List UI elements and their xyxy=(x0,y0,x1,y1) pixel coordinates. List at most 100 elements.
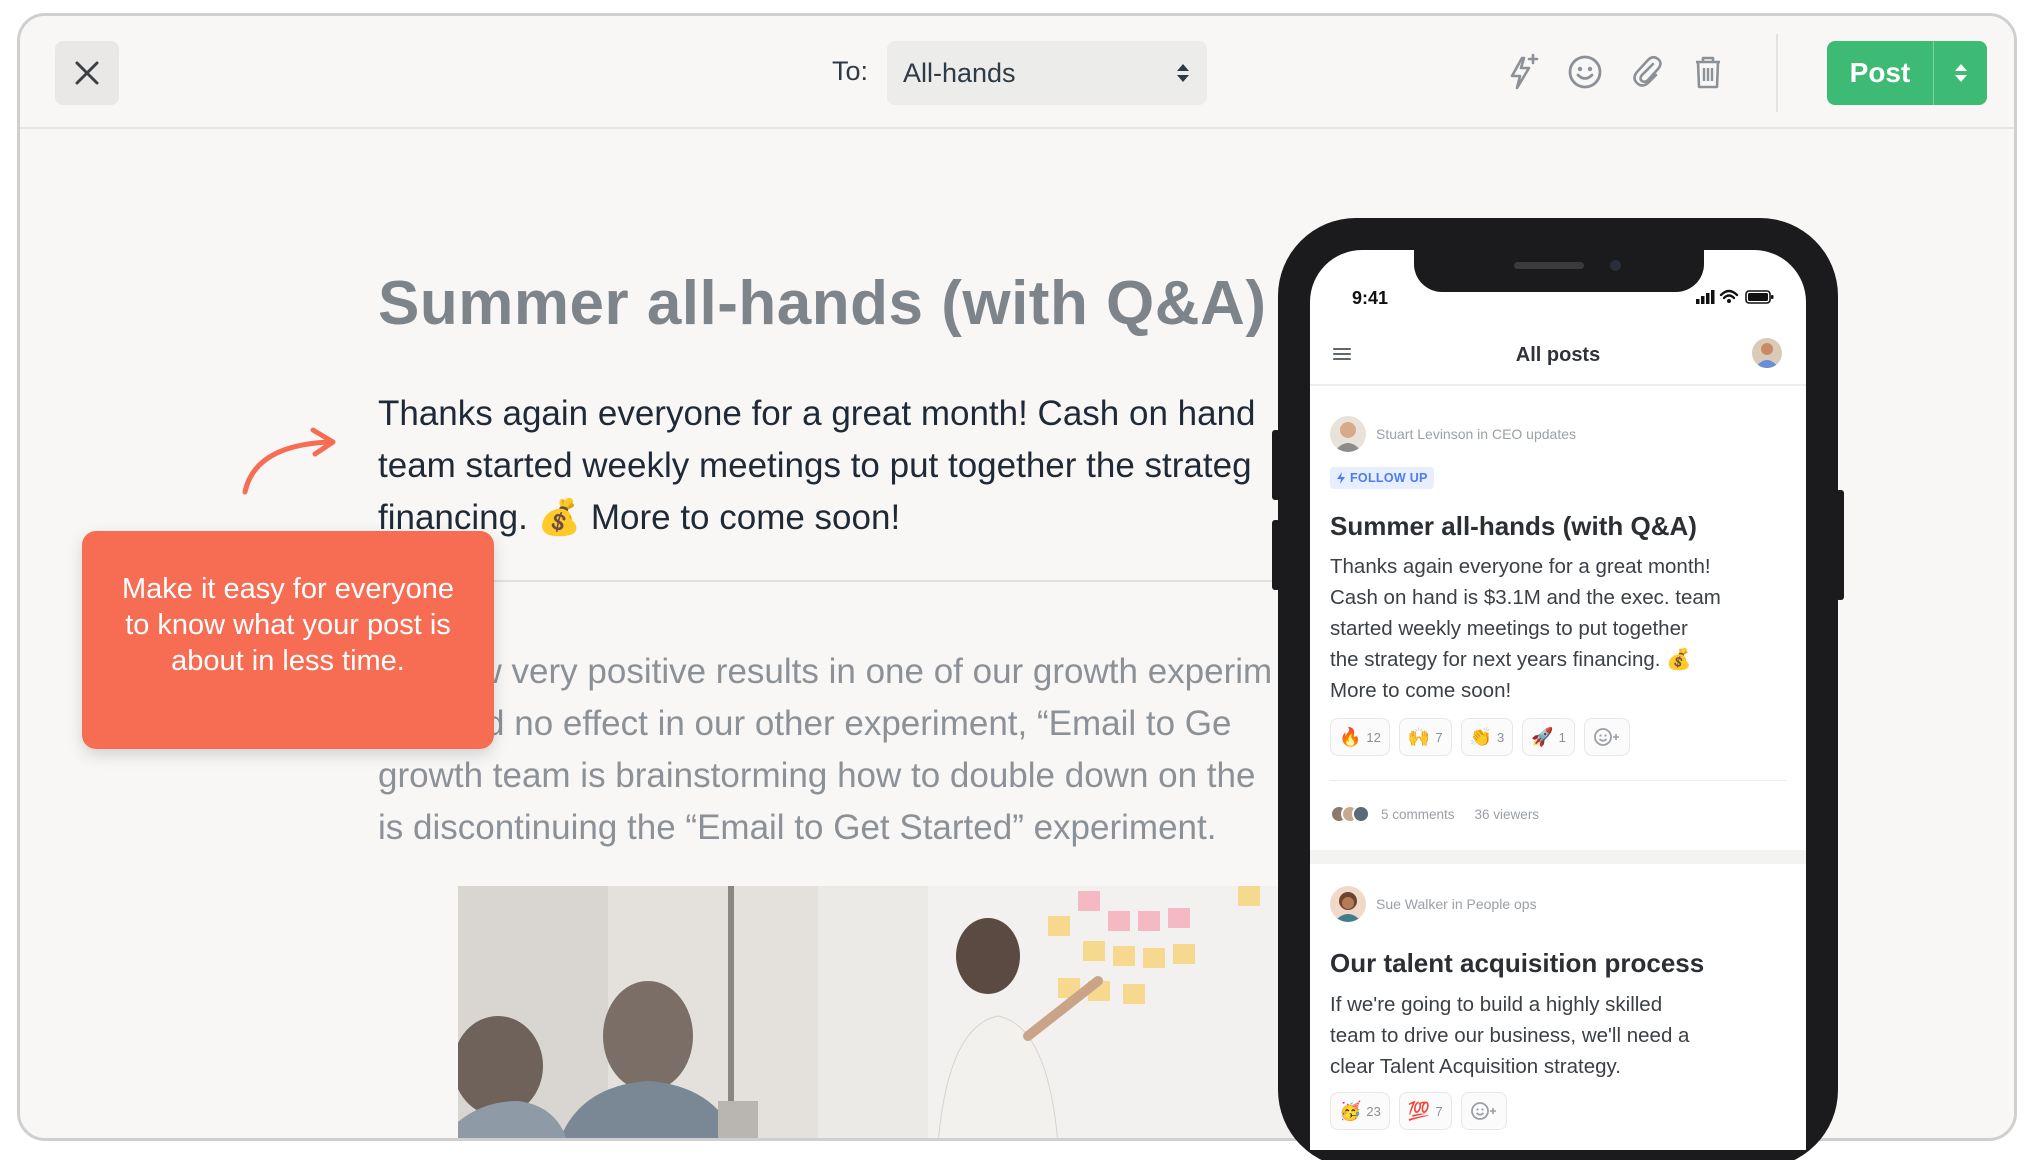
reaction-emoji: 🔥 xyxy=(1339,726,1362,747)
add-reaction-icon xyxy=(1593,728,1619,746)
status-icons xyxy=(1696,289,1774,304)
post-title-field[interactable]: Summer all-hands (with Q&A) xyxy=(378,268,1328,339)
post-author: Sue Walker in People ops xyxy=(1376,896,1537,912)
reaction-raised-hands[interactable]: 🙌 7 xyxy=(1398,718,1452,756)
reaction-emoji: 💯 xyxy=(1407,1100,1431,1121)
post-title: Our talent acquisition process xyxy=(1330,948,1705,978)
post-body-line: growth team is brainstorming how to doub… xyxy=(378,756,1256,795)
profile-avatar[interactable] xyxy=(1752,338,1782,368)
attach-button[interactable] xyxy=(1627,52,1667,92)
post-text-line: the strategy for next years financing. 💰 xyxy=(1330,648,1692,671)
comments-count[interactable]: 5 comments xyxy=(1381,807,1455,822)
post-body-line: Thanks again everyone for a great month!… xyxy=(378,394,1256,433)
add-reaction-icon xyxy=(1470,1102,1496,1120)
reaction-hundred[interactable]: 💯 7 xyxy=(1398,1092,1452,1130)
phone-side-button xyxy=(1272,520,1280,590)
status-time: 9:41 xyxy=(1352,288,1389,308)
post-button-label: Post xyxy=(1849,57,1911,88)
feed-separator xyxy=(1310,850,1806,864)
phone-screen: 9:41 All posts Stuart Levinson in CEO up… xyxy=(1310,250,1806,1150)
reaction-emoji: 🥳 xyxy=(1339,1100,1362,1121)
add-reaction-button[interactable] xyxy=(1583,718,1630,756)
post-meta: 5 comments 36 viewers xyxy=(1330,805,1539,823)
phone-notch xyxy=(1414,250,1704,292)
reaction-count: 7 xyxy=(1435,1103,1443,1119)
to-label: To: xyxy=(832,56,869,86)
post-options-button[interactable] xyxy=(1934,61,1987,85)
post-text-line: Thanks again everyone for a great month! xyxy=(1330,555,1711,578)
post-body-continued[interactable]: We saw very positive results in one of o… xyxy=(378,646,1308,854)
post-text: If we're going to build a highly skilled… xyxy=(1330,989,1790,1082)
toolbar-divider xyxy=(1776,34,1778,112)
post-body-line: and had no effect in our other experimen… xyxy=(378,704,1232,743)
add-reaction-button[interactable] xyxy=(1460,1092,1507,1130)
emoji-button[interactable] xyxy=(1565,52,1605,92)
post-author: Stuart Levinson in CEO updates xyxy=(1376,426,1577,442)
composer-toolbar: To: All-hands Post xyxy=(20,16,2014,129)
reaction-count: 23 xyxy=(1366,1103,1381,1119)
reaction-bar: 🥳 23 💯 7 xyxy=(1330,1092,1507,1130)
post-author-row: Stuart Levinson in CEO updates xyxy=(1330,416,1576,452)
post-text-line: team to drive our business, we'll need a xyxy=(1330,1024,1690,1047)
viewers-count[interactable]: 36 viewers xyxy=(1475,807,1540,822)
author-avatar xyxy=(1330,416,1366,452)
post-options-arrows-icon xyxy=(1954,64,1967,82)
trash-icon xyxy=(1696,56,1720,89)
close-icon xyxy=(75,61,99,85)
author-avatar-image xyxy=(1330,886,1366,922)
front-camera xyxy=(1610,260,1621,271)
post-author-row: Sue Walker in People ops xyxy=(1330,886,1537,922)
viewer-avatar xyxy=(1352,805,1370,823)
lightning-icon xyxy=(1337,472,1345,484)
post-button[interactable]: Post xyxy=(1827,41,1987,105)
author-avatar-image xyxy=(1330,416,1366,452)
post-image xyxy=(458,886,1328,1138)
office-meeting-photo xyxy=(458,886,1328,1138)
post-title: Summer all-hands (with Q&A) xyxy=(1330,511,1697,541)
feature-callout: Make it easy for everyone to know what y… xyxy=(82,531,494,749)
battery-icon xyxy=(1745,290,1774,304)
reaction-count: 1 xyxy=(1558,729,1566,745)
post-body-editor[interactable]: Thanks again everyone for a great month!… xyxy=(378,388,1308,544)
post-text-line: Cash on hand is $3.1M and the exec. team xyxy=(1330,586,1721,609)
audience-select-value: All-hands xyxy=(903,57,1016,88)
wifi-icon xyxy=(1719,289,1739,300)
reaction-fire[interactable]: 🔥 12 xyxy=(1330,718,1390,756)
reaction-party[interactable]: 🥳 23 xyxy=(1330,1092,1390,1130)
post-title: Summer all-hands (with Q&A) xyxy=(378,269,1267,338)
app-header-title: All posts xyxy=(1515,344,1601,366)
reaction-count: 3 xyxy=(1496,729,1505,745)
sparkle-lightning-icon xyxy=(1510,53,1539,90)
sparkle-lightning-button[interactable] xyxy=(1502,52,1542,92)
badge-label: FOLLOW UP xyxy=(1350,471,1428,485)
reaction-bar: 🔥 12 🙌 7 👏 3 🚀 1 xyxy=(1330,718,1630,756)
audience-select[interactable]: All-hands xyxy=(887,41,1207,105)
close-button[interactable] xyxy=(55,41,119,105)
editor-divider xyxy=(378,580,1308,582)
feed-post[interactable]: Stuart Levinson in CEO updates FOLLOW UP… xyxy=(1310,388,1806,854)
post-divider xyxy=(1330,780,1786,781)
phone-side-button xyxy=(1272,430,1280,500)
follow-up-badge: FOLLOW UP xyxy=(1330,467,1434,489)
paperclip-icon xyxy=(1633,55,1662,87)
app-header: All posts xyxy=(1310,326,1806,386)
emoji-icon xyxy=(1568,55,1602,89)
post-body-line: team started weekly meetings to put toge… xyxy=(378,446,1252,485)
post-text-line: clear Talent Acquisition strategy. xyxy=(1330,1055,1621,1078)
reaction-emoji: 🚀 xyxy=(1531,726,1554,747)
post-text: Thanks again everyone for a great month!… xyxy=(1330,551,1790,706)
post-body-line: is discontinuing the “Email to Get Start… xyxy=(378,808,1217,847)
feed-post[interactable]: Sue Walker in People ops Our talent acqu… xyxy=(1310,864,1806,1150)
post-text-line: If we're going to build a highly skilled xyxy=(1330,993,1663,1016)
speaker-grille xyxy=(1514,262,1584,269)
reaction-rocket[interactable]: 🚀 1 xyxy=(1522,718,1575,756)
reaction-clap[interactable]: 👏 3 xyxy=(1460,718,1514,756)
author-avatar xyxy=(1330,886,1366,922)
reaction-emoji: 🙌 xyxy=(1407,726,1431,747)
phone-side-button xyxy=(1836,490,1844,600)
post-text-line: More to come soon! xyxy=(1330,679,1512,702)
delete-button[interactable] xyxy=(1688,52,1728,92)
profile-avatar-image xyxy=(1755,343,1779,368)
reaction-count: 12 xyxy=(1366,729,1381,745)
select-arrows-icon xyxy=(1177,64,1189,82)
